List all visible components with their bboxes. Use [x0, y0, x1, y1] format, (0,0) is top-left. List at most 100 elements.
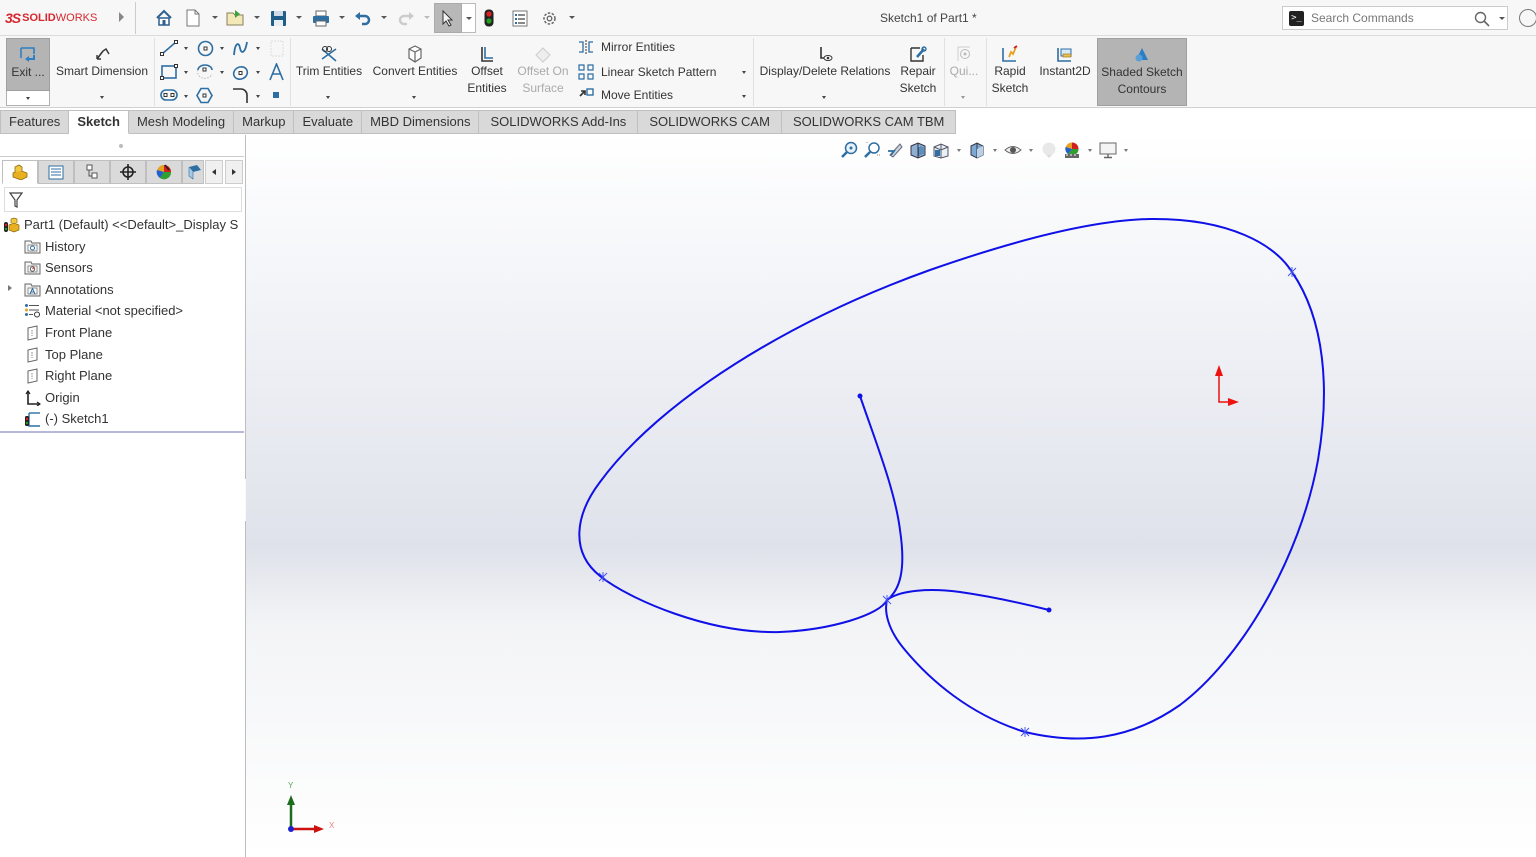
tree-item-right-plane[interactable]: Right Plane	[24, 365, 112, 386]
options-dropdown-icon[interactable]	[569, 16, 575, 19]
slot-tool[interactable]	[160, 88, 178, 102]
print-button[interactable]	[312, 8, 330, 28]
tab-sketch[interactable]: Sketch	[69, 110, 129, 134]
quick-snaps-button[interactable]: Qui...	[946, 41, 982, 80]
tree-item-top-plane[interactable]: Top Plane	[24, 344, 103, 365]
graphics-area[interactable]	[246, 135, 1536, 857]
open-dropdown-icon[interactable]	[254, 16, 260, 19]
undo-dropdown-icon[interactable]	[381, 16, 387, 19]
circle-dropdown-icon[interactable]	[220, 47, 224, 50]
tabs-scroll-right-button[interactable]	[225, 160, 243, 184]
tab-property-manager[interactable]	[38, 160, 74, 184]
tab-mbd-dimensions[interactable]: MBD Dimensions	[362, 110, 480, 134]
smart-dimension-button[interactable]: Smart Dimension	[54, 41, 150, 80]
slot-dropdown-icon[interactable]	[184, 95, 188, 98]
tab-dimxpert-manager[interactable]	[110, 160, 146, 184]
tab-solidworks-cam-tbm[interactable]: SOLIDWORKS CAM TBM	[781, 110, 957, 134]
redo-dropdown-icon[interactable]	[424, 16, 430, 19]
exit-sketch-button[interactable]: Exit ...	[6, 38, 50, 91]
file-properties-button[interactable]	[512, 8, 528, 28]
ellipse-dropdown-icon[interactable]	[256, 71, 260, 74]
point-tool[interactable]	[272, 91, 280, 99]
tree-filter[interactable]	[4, 187, 242, 212]
offset-on-surface-button[interactable]: Offset On Surface	[514, 41, 572, 97]
polygon-tool[interactable]	[196, 87, 213, 104]
section-view-button[interactable]	[909, 141, 927, 159]
smart-dimension-dropdown-icon[interactable]	[100, 96, 104, 99]
plane-sketch-tool[interactable]	[270, 40, 284, 57]
convert-dropdown-icon[interactable]	[412, 96, 416, 99]
arc-dropdown-icon[interactable]	[220, 71, 224, 74]
tab-display-manager[interactable]	[146, 160, 182, 184]
tab-cam-manager[interactable]	[182, 160, 204, 184]
redo-button[interactable]	[397, 8, 415, 28]
instant2d-button[interactable]: Instant2D	[1035, 41, 1095, 80]
tab-features[interactable]: Features	[0, 110, 70, 134]
tree-item-origin[interactable]: Origin	[24, 387, 80, 408]
tabs-scroll-left-button[interactable]	[205, 160, 223, 184]
trim-dropdown-icon[interactable]	[326, 96, 330, 99]
convert-entities-button[interactable]: Convert Entities	[369, 41, 461, 80]
display-style-button[interactable]	[968, 141, 986, 159]
home-button[interactable]	[155, 8, 173, 28]
apply-scene-button[interactable]	[1063, 141, 1081, 159]
new-document-button[interactable]	[185, 8, 201, 28]
search-commands-input[interactable]	[1311, 10, 1461, 26]
tree-item-history[interactable]: History	[24, 236, 85, 257]
slot-arc-tool[interactable]	[196, 64, 214, 81]
edit-appearance-button[interactable]	[1040, 141, 1058, 159]
tab-configuration-manager[interactable]	[74, 160, 110, 184]
search-dropdown-icon[interactable]	[1499, 17, 1505, 20]
rapid-sketch-button[interactable]: Rapid Sketch	[989, 41, 1031, 97]
exit-sketch-dropdown[interactable]	[6, 91, 50, 106]
rebuild-button[interactable]	[484, 8, 494, 28]
offset-entities-button[interactable]: Offset Entities	[464, 41, 510, 97]
select-dropdown-button[interactable]	[462, 3, 476, 33]
text-tool[interactable]	[268, 63, 285, 81]
user-account-icon[interactable]	[1519, 9, 1536, 27]
hide-show-dropdown-icon[interactable]	[1029, 148, 1033, 152]
zoom-to-area-button[interactable]	[863, 141, 881, 159]
panel-splitter[interactable]	[0, 135, 244, 157]
print-dropdown-icon[interactable]	[339, 16, 345, 19]
circle-tool[interactable]	[197, 40, 214, 57]
display-delete-relations-button[interactable]: Display/Delete Relations	[757, 41, 893, 80]
line-dropdown-icon[interactable]	[184, 47, 188, 50]
linear-sketch-pattern-button[interactable]: Linear Sketch Pattern	[577, 64, 716, 80]
scene-dropdown-icon[interactable]	[1088, 148, 1092, 152]
shaded-sketch-contours-button[interactable]: Shaded Sketch Contours	[1097, 38, 1187, 106]
undo-button[interactable]	[354, 8, 372, 28]
view-settings-button[interactable]	[1099, 141, 1117, 159]
options-button[interactable]	[541, 8, 558, 28]
rectangle-dropdown-icon[interactable]	[184, 71, 188, 74]
spline-dropdown-icon[interactable]	[256, 47, 260, 50]
solidworks-logo[interactable]: 3S SOLID WORKS	[5, 9, 97, 27]
expand-annotations-icon[interactable]	[8, 285, 12, 291]
move-dropdown-icon[interactable]	[742, 95, 746, 98]
select-button[interactable]	[434, 3, 462, 33]
view-orientation-dropdown-icon[interactable]	[957, 148, 961, 152]
save-button[interactable]	[270, 8, 287, 28]
tab-markup[interactable]: Markup	[234, 110, 295, 134]
dynamic-annotation-button[interactable]	[932, 141, 950, 159]
tree-rollback-bar[interactable]	[0, 431, 244, 433]
relations-dropdown-icon[interactable]	[822, 96, 826, 99]
fillet-tool[interactable]	[232, 87, 249, 104]
repair-sketch-button[interactable]: Repair Sketch	[896, 41, 940, 97]
trim-entities-button[interactable]: Trim Entities	[294, 41, 364, 80]
line-tool[interactable]	[160, 40, 178, 56]
tree-item-material[interactable]: Material <not specified>	[24, 300, 183, 321]
tab-feature-tree[interactable]	[2, 160, 38, 184]
tab-evaluate[interactable]: Evaluate	[294, 110, 363, 134]
search-icon[interactable]	[1474, 11, 1490, 27]
tab-mesh-modeling[interactable]: Mesh Modeling	[128, 110, 235, 134]
tree-item-front-plane[interactable]: Front Plane	[24, 322, 112, 343]
fillet-dropdown-icon[interactable]	[256, 95, 260, 98]
previous-view-button[interactable]	[886, 141, 904, 159]
mirror-entities-button[interactable]: Mirror Entities	[577, 40, 675, 54]
pattern-dropdown-icon[interactable]	[742, 71, 746, 74]
move-entities-button[interactable]: Move Entities	[577, 87, 673, 103]
tree-item-sensors[interactable]: Sensors	[24, 257, 93, 278]
hide-show-items-button[interactable]	[1004, 141, 1022, 159]
save-dropdown-icon[interactable]	[296, 16, 302, 19]
